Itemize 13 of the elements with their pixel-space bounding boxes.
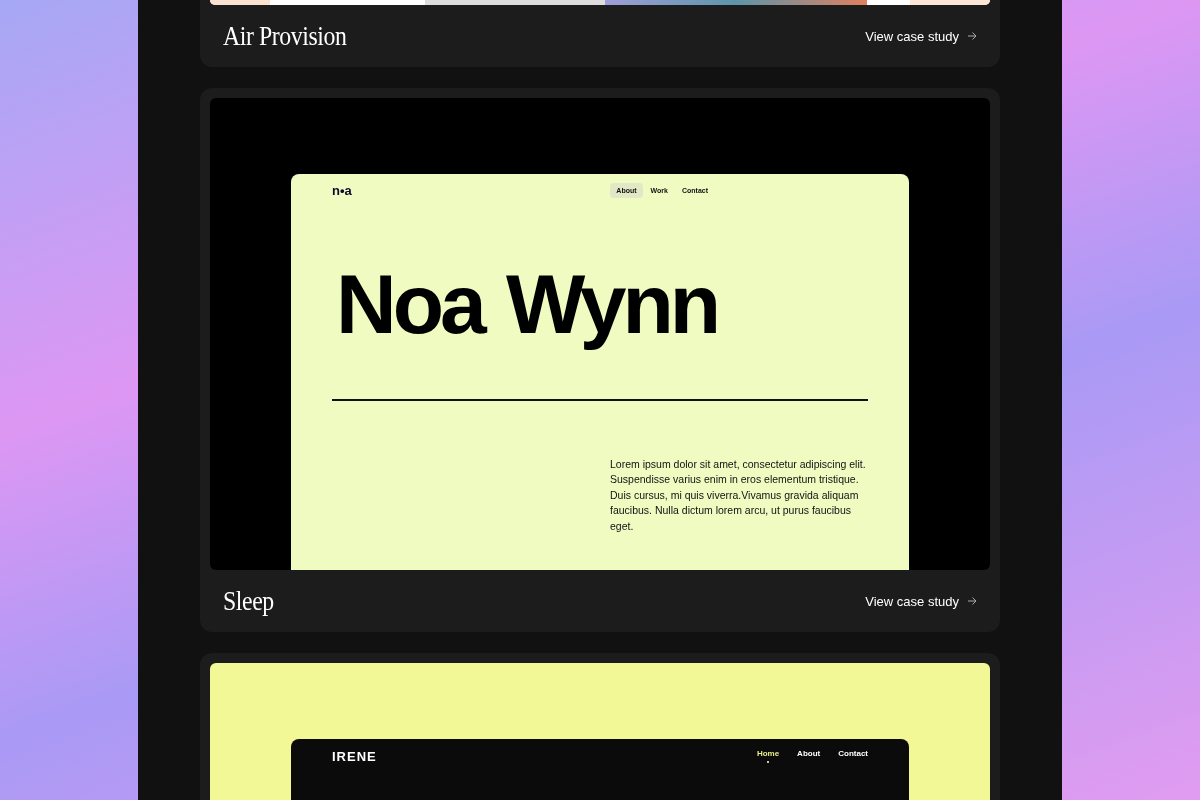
case-study-link[interactable]: View case study (865, 28, 977, 44)
site-paragraph: Lorem ipsum dolor sit amet, consectetur adipiscing elit. Suspendisse varius enim in eros elementum tristique. Duis cursus, mi quis viverra.Vivamus gravida aliquam faucibus. Nulla dictum lorem arcu, ut purus faucibus eget. (610, 456, 867, 534)
site-heading: Noa Wynn (335, 256, 719, 353)
project-title: Air Provision (223, 20, 347, 52)
nav-link[interactable]: Home (756, 749, 780, 763)
nav-link[interactable]: About (797, 749, 821, 763)
arrow-right-icon (967, 596, 977, 606)
nav-link[interactable]: Contact (838, 749, 868, 763)
project-title: Sleep (223, 585, 274, 617)
site-logo: IRENE (332, 749, 377, 764)
case-study-link[interactable]: View case study (865, 593, 977, 609)
site-logo: n•a (332, 182, 352, 198)
arrow-right-icon (967, 31, 977, 41)
